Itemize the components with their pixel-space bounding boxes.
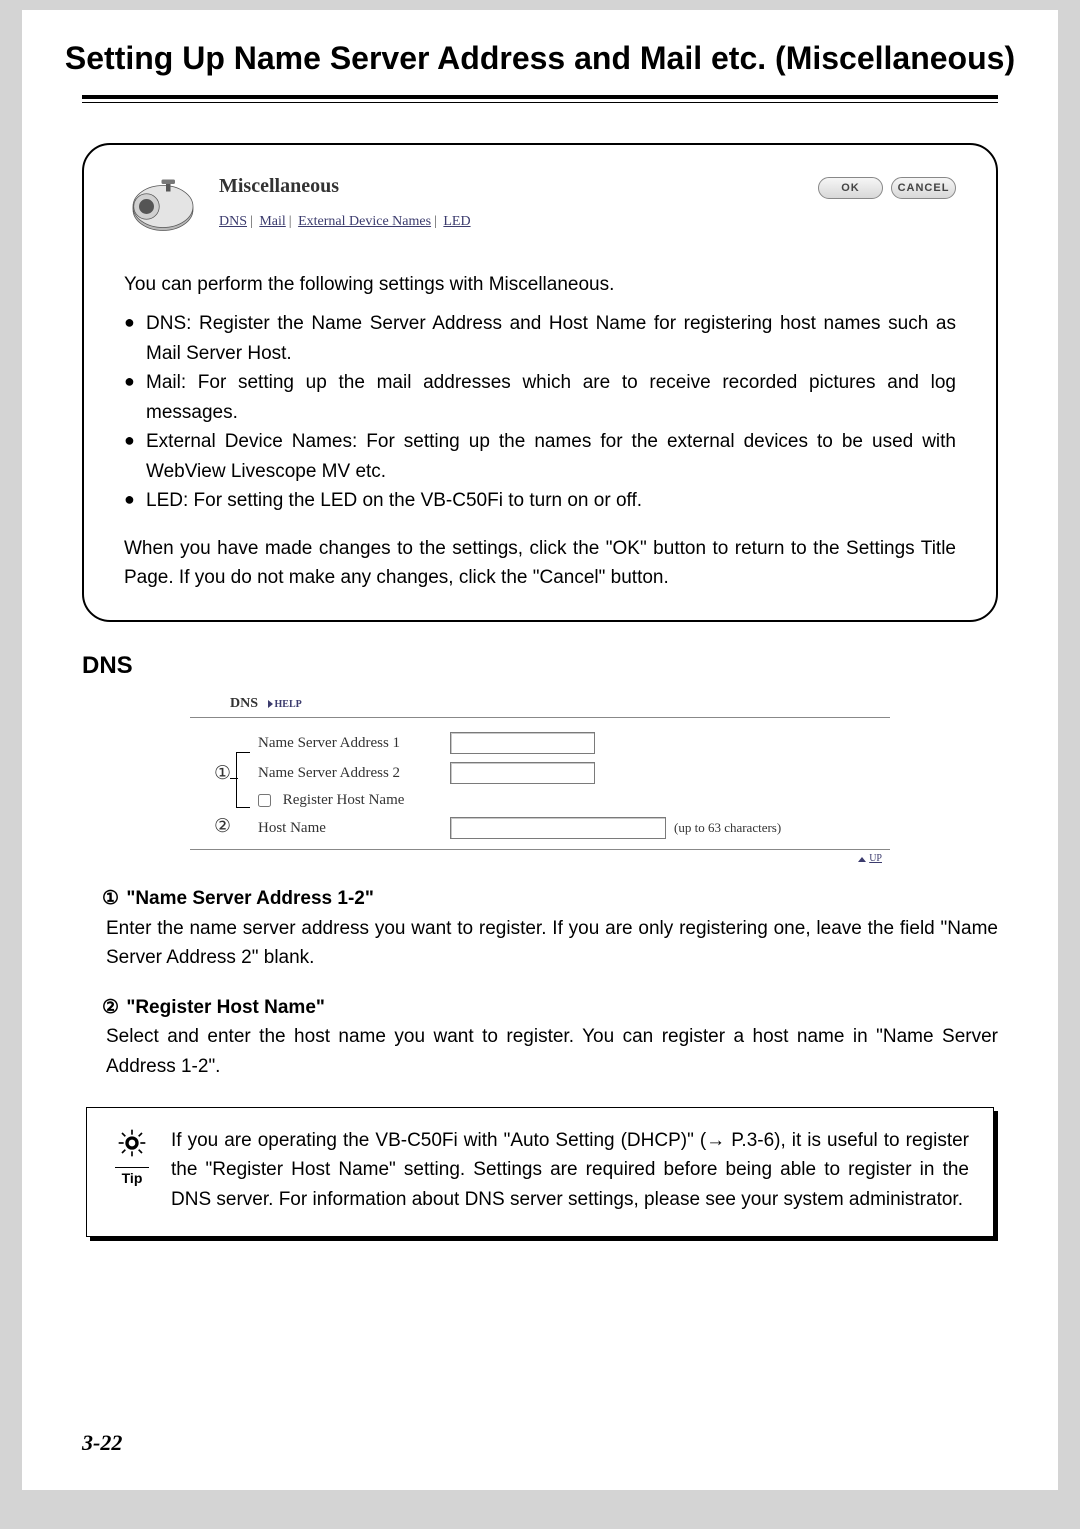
- callout-2: ②: [214, 815, 231, 838]
- manual-page: Setting Up Name Server Address and Mail …: [22, 10, 1058, 1490]
- dns-settings-panel: DNS HELP ① ② Name Server Address 1 Name …: [190, 692, 890, 864]
- up-arrow-icon: [858, 857, 866, 862]
- cancel-button[interactable]: CANCEL: [891, 177, 956, 199]
- page-title: Setting Up Name Server Address and Mail …: [22, 10, 1058, 87]
- register-host-name-row: Register Host Name: [190, 788, 890, 813]
- name-server-address-2-input[interactable]: [450, 762, 595, 784]
- host-name-row: Host Name (up to 63 characters): [190, 813, 890, 843]
- list-item: ●External Device Names: For setting up t…: [124, 427, 956, 486]
- register-host-name-label: Register Host Name: [283, 792, 405, 808]
- dns-bar-label: DNS: [230, 696, 258, 711]
- ok-button[interactable]: OK: [818, 177, 883, 199]
- dns-section-heading: DNS: [82, 652, 998, 680]
- link-dns[interactable]: DNS: [219, 214, 247, 229]
- page-number: 3-22: [82, 1430, 122, 1456]
- desc-body: Enter the name server address you want t…: [106, 914, 998, 973]
- up-link[interactable]: UP: [869, 853, 882, 864]
- list-item: ●DNS: Register the Name Server Address a…: [124, 309, 956, 368]
- descriptions: ① "Name Server Address 1-2" Enter the na…: [82, 884, 998, 1081]
- after-bullets-text: When you have made changes to the settin…: [124, 534, 956, 593]
- host-name-note: (up to 63 characters): [670, 820, 781, 836]
- camera-icon: [124, 175, 219, 240]
- bullet-list: ●DNS: Register the Name Server Address a…: [124, 309, 956, 515]
- misc-header: Miscellaneous DNS| Mail| External Device…: [124, 175, 956, 240]
- desc-number: ①: [102, 888, 119, 909]
- name-server-address-1-row: Name Server Address 1: [190, 728, 890, 758]
- dns-footer: UP: [190, 849, 890, 864]
- tip-text: If you are operating the VB-C50Fi with "…: [157, 1126, 969, 1214]
- tip-box: Tip If you are operating the VB-C50Fi wi…: [86, 1107, 994, 1237]
- host-name-input[interactable]: [450, 817, 666, 839]
- list-item: ●Mail: For setting up the mail addresses…: [124, 368, 956, 427]
- misc-links: DNS| Mail| External Device Names| LED: [219, 214, 818, 230]
- intro-text: You can perform the following settings w…: [124, 270, 956, 299]
- dns-bar: DNS HELP: [190, 692, 890, 718]
- desc-number: ②: [102, 997, 119, 1018]
- name-server-address-2-row: Name Server Address 2: [190, 758, 890, 788]
- description-item: ② "Register Host Name" Select and enter …: [82, 993, 998, 1081]
- description-item: ① "Name Server Address 1-2" Enter the na…: [82, 884, 998, 972]
- link-mail[interactable]: Mail: [259, 214, 285, 229]
- lightbulb-icon: [115, 1145, 149, 1162]
- register-host-name-checkbox[interactable]: [258, 794, 271, 807]
- misc-title: Miscellaneous: [219, 175, 818, 198]
- link-external-device-names[interactable]: External Device Names: [298, 214, 431, 229]
- nsa1-label: Name Server Address 1: [190, 735, 450, 752]
- callout-1: ①: [214, 762, 231, 785]
- desc-title: "Name Server Address 1-2": [126, 888, 374, 909]
- help-link[interactable]: HELP: [268, 699, 302, 710]
- intro-box: Miscellaneous DNS| Mail| External Device…: [82, 143, 998, 622]
- list-item: ●LED: For setting the LED on the VB-C50F…: [124, 486, 956, 515]
- desc-body: Select and enter the host name you want …: [106, 1022, 998, 1081]
- link-led[interactable]: LED: [443, 214, 470, 229]
- tip-label: Tip: [115, 1167, 149, 1186]
- name-server-address-1-input[interactable]: [450, 732, 595, 754]
- callout-1-bracket: [236, 752, 250, 808]
- desc-title: "Register Host Name": [126, 997, 325, 1018]
- title-underline: [82, 95, 998, 103]
